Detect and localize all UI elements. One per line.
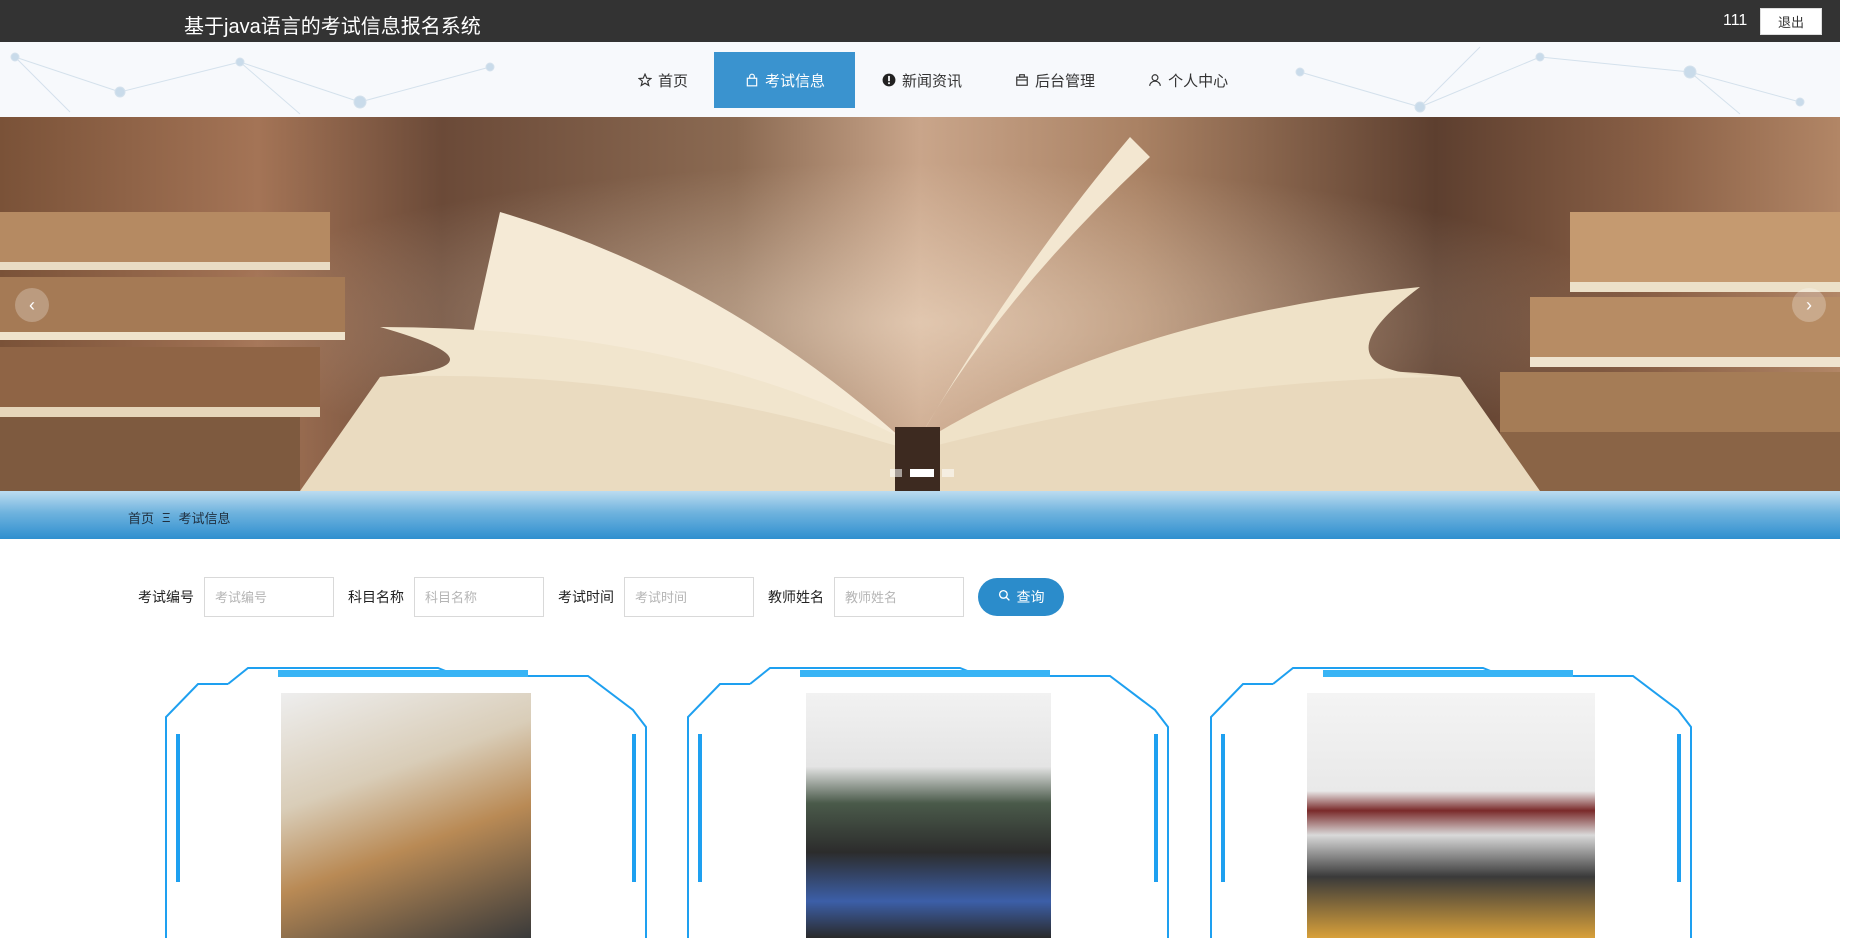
nav-item-exam-info[interactable]: 考试信息 [714,52,856,108]
site-title: 基于java语言的考试信息报名系统 [184,16,481,38]
carousel-dot-3[interactable] [942,469,954,477]
nav-item-news[interactable]: 新闻资讯 [855,52,988,108]
breadcrumb-home-link[interactable]: 首页 [128,508,154,527]
nav-item-admin[interactable]: 后台管理 [988,52,1121,108]
breadcrumb-separator: Ξ [162,510,171,525]
carousel-prev-button[interactable]: ‹ [15,288,49,322]
breadcrumb-current[interactable]: 考试信息 [178,508,230,527]
nav-item-home[interactable]: 首页 [611,52,714,108]
main-nav: 首页 考试信息 新闻资讯 后台管理 个人中心 [611,52,1254,108]
subject-name-label: 科目名称 [348,589,404,605]
breadcrumb-bar: 首页 Ξ 考试信息 [0,491,1840,539]
breadcrumb: 首页 Ξ 考试信息 [128,508,230,527]
exam-number-label: 考试编号 [138,589,194,605]
nav-label-exam-info: 考试信息 [765,72,826,90]
nav-label-admin: 后台管理 [1035,72,1096,90]
nav-item-profile[interactable]: 个人中心 [1121,52,1254,108]
username: 111 [1723,12,1748,29]
teacher-name-input[interactable] [834,577,964,617]
exam-number-input[interactable] [204,577,334,617]
nav-label-profile: 个人中心 [1168,72,1229,90]
box-icon [1014,72,1030,88]
exam-time-label: 考试时间 [558,589,614,605]
user-icon [1147,72,1163,88]
info-circle-icon [881,72,897,88]
exam-card-1[interactable] [158,662,654,938]
search-icon [998,589,1011,605]
exam-photo-2 [806,693,1051,938]
query-button-label: 查询 [1016,589,1045,605]
book-stack-left [0,212,345,491]
carousel-dot-1[interactable] [890,469,902,477]
nav-label-home: 首页 [658,72,689,90]
query-button[interactable]: 查询 [978,578,1064,616]
exam-photo-1 [281,693,531,938]
carousel-indicators [890,469,954,477]
banner-carousel: ‹ › [0,117,1840,491]
exam-time-input[interactable] [624,577,754,617]
subject-name-input[interactable] [414,577,544,617]
nav-bar: 首页 考试信息 新闻资讯 后台管理 个人中心 [0,42,1840,117]
logout-button[interactable]: 退出 [1760,8,1822,35]
exam-card-2[interactable] [680,662,1176,938]
search-form: 考试编号 科目名称 考试时间 教师姓名 查询 [138,577,1064,617]
book-stack-right [1500,212,1840,491]
open-book [300,137,1540,491]
bag-icon [744,72,760,88]
star-icon [637,72,653,88]
carousel-next-button[interactable]: › [1792,288,1826,322]
carousel-dot-2[interactable] [910,469,934,477]
banner-image-open-book [0,137,1840,491]
exam-card-3[interactable] [1203,662,1699,938]
teacher-name-label: 教师姓名 [768,589,824,605]
nav-label-news: 新闻资讯 [902,72,963,90]
exam-photo-3 [1307,693,1595,938]
top-bar: 基于java语言的考试信息报名系统 111 退出 [0,0,1840,42]
